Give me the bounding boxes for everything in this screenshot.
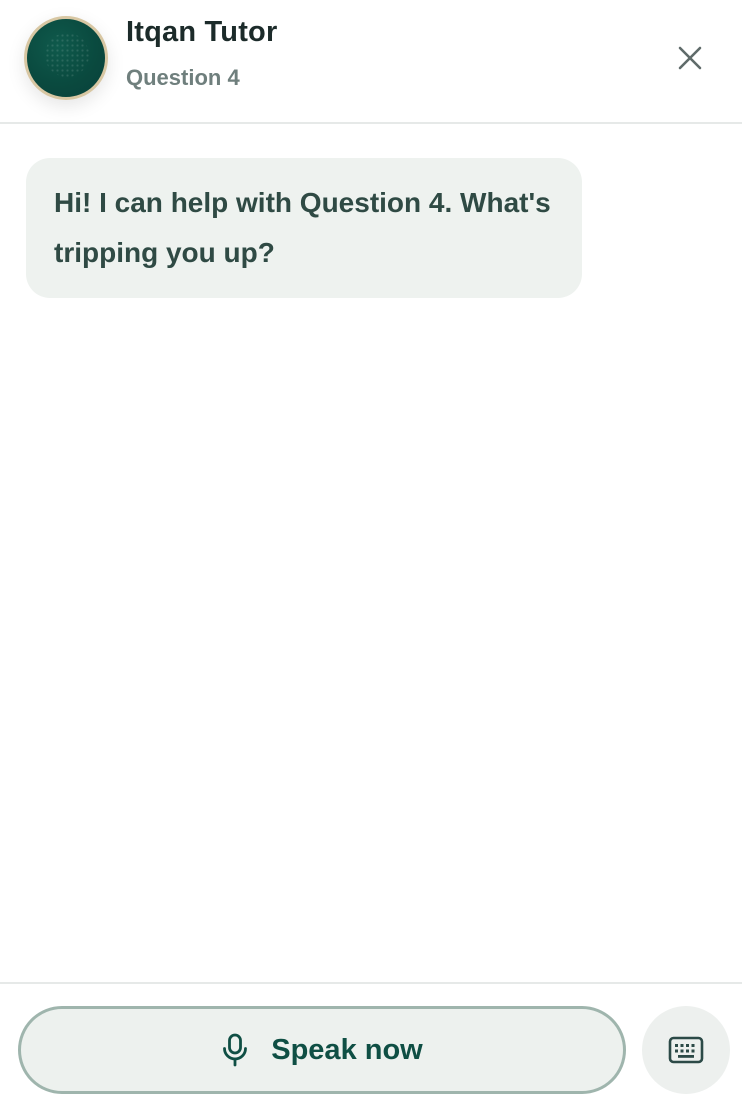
close-button[interactable] xyxy=(666,34,714,82)
chat-footer: Speak now xyxy=(0,982,742,1102)
message-list[interactable]: Hi! I can help with Question 4. What's t… xyxy=(0,124,742,982)
speak-now-label: Speak now xyxy=(271,1033,423,1066)
message-text: Hi! I can help with Question 4. What's t… xyxy=(54,187,551,268)
keyboard-icon xyxy=(668,1036,704,1064)
tutor-message-bubble: Hi! I can help with Question 4. What's t… xyxy=(26,158,582,298)
keyboard-button[interactable] xyxy=(642,1006,730,1094)
speak-now-button[interactable]: Speak now xyxy=(18,1006,626,1094)
close-icon xyxy=(678,46,702,70)
question-label: Question 4 xyxy=(126,65,240,90)
tutor-name: Itqan Tutor xyxy=(126,16,278,48)
tutor-chat-panel: Itqan Tutor Question 4 Hi! I can help wi… xyxy=(0,0,742,1102)
chat-header: Itqan Tutor Question 4 xyxy=(0,0,742,124)
microphone-icon xyxy=(223,1033,248,1067)
avatar-pattern xyxy=(45,33,89,77)
tutor-avatar xyxy=(24,16,108,100)
